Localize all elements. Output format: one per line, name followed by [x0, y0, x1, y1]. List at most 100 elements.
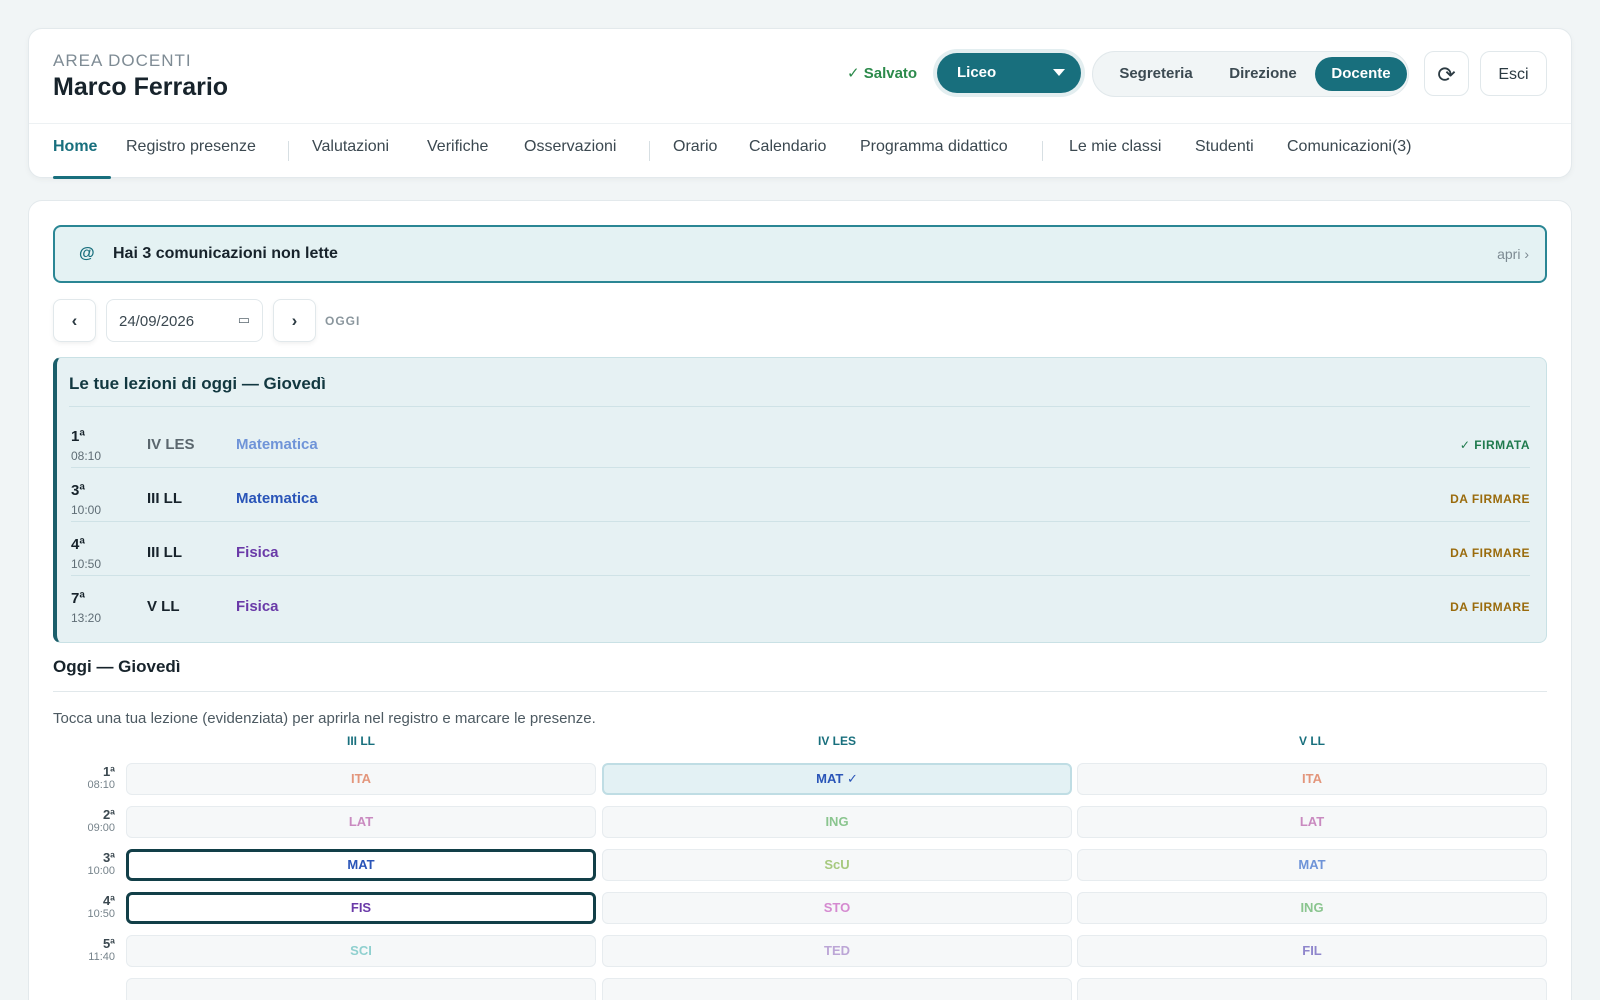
- next-day-button[interactable]: ›: [273, 299, 316, 342]
- lesson-subject: Matematica: [236, 490, 318, 507]
- notice-open-link[interactable]: apri ›: [1497, 246, 1529, 262]
- refresh-icon: ⟳: [1437, 62, 1456, 87]
- schedule-cell: [602, 978, 1072, 1000]
- schedule-cell: ING: [1077, 892, 1547, 924]
- lesson-class: III LL: [147, 544, 182, 561]
- nav-registro-presenze[interactable]: Registro presenze: [126, 138, 256, 156]
- role-direzione-button[interactable]: Direzione: [1213, 57, 1313, 91]
- lesson-subject: Fisica: [236, 544, 279, 561]
- chevron-down-icon: [1053, 69, 1065, 76]
- saved-status: ✓ Salvato: [847, 65, 918, 82]
- user-name: Marco Ferrario: [53, 73, 229, 101]
- period-time: 10:50: [87, 908, 115, 920]
- lesson-status-badge: ✓ FIRMATA: [1459, 438, 1530, 452]
- schedule-cell: ING: [602, 806, 1072, 838]
- exit-button[interactable]: Esci: [1480, 51, 1547, 96]
- date-value: 24/09/2026: [119, 313, 195, 330]
- role-switch: Segreteria Direzione Docente: [1092, 51, 1409, 97]
- lesson-time: 08:10: [71, 449, 102, 463]
- header-top: AREA DOCENTI Marco Ferrario ✓ Salvato Li…: [29, 29, 1571, 124]
- period-label: 1ª 08:10: [65, 765, 115, 792]
- schedule-cell: TED: [602, 935, 1072, 967]
- school-select-value: Liceo: [957, 64, 997, 81]
- role-docente-button[interactable]: Docente: [1315, 57, 1407, 91]
- lesson-subject: Matematica: [236, 436, 318, 453]
- today-button[interactable]: OGGI: [325, 314, 360, 328]
- period-number: 2ª: [102, 807, 115, 822]
- nav-orario[interactable]: Orario: [673, 138, 717, 156]
- lesson-row[interactable]: 1ª 08:10 IV LES Matematica ✓ FIRMATA: [71, 414, 1530, 468]
- main-nav: Home Registro presenze Valutazioni Verif…: [29, 124, 1571, 179]
- header-card: AREA DOCENTI Marco Ferrario ✓ Salvato Li…: [28, 28, 1572, 179]
- column-header-class: III LL: [347, 734, 375, 748]
- schedule-cell: LAT: [126, 806, 596, 838]
- nav-le-mie-classi[interactable]: Le mie classi: [1069, 138, 1161, 156]
- nav-comunicazioni[interactable]: Comunicazioni(3): [1287, 138, 1412, 156]
- schedule-cell: ScU: [602, 849, 1072, 881]
- schedule-cell: MAT: [1077, 849, 1547, 881]
- schedule-cell: LAT: [1077, 806, 1547, 838]
- lesson-class: IV LES: [147, 436, 195, 453]
- calendar-icon: ▭: [237, 312, 250, 327]
- prev-day-button[interactable]: ‹: [53, 299, 96, 342]
- lesson-row[interactable]: 7ª 13:20 V LL Fisica DA FIRMARE: [71, 576, 1530, 630]
- lesson-class: V LL: [147, 598, 180, 615]
- period-number: 3ª: [102, 850, 115, 865]
- schedule-cell-own[interactable]: FIS: [126, 892, 596, 924]
- period-label: 4ª 10:50: [65, 894, 115, 921]
- schedule-hint: Tocca una tua lezione (evidenziata) per …: [53, 710, 596, 727]
- at-icon: @: [79, 245, 95, 262]
- today-schedule-title: Oggi — Giovedì: [53, 657, 181, 676]
- nav-osservazioni[interactable]: Osservazioni: [524, 138, 616, 156]
- period-time: 11:40: [88, 951, 115, 963]
- nav-active-indicator: [53, 176, 111, 179]
- nav-home[interactable]: Home: [53, 138, 97, 156]
- schedule-cell-own[interactable]: MAT: [126, 849, 596, 881]
- lesson-row[interactable]: 3ª 10:00 III LL Matematica DA FIRMARE: [71, 468, 1530, 522]
- area-label: AREA DOCENTI: [53, 51, 192, 70]
- schedule-cell: [1077, 978, 1547, 1000]
- period-time: 08:10: [87, 779, 115, 791]
- lesson-time: 10:50: [71, 557, 102, 571]
- lesson-class: III LL: [147, 490, 182, 507]
- schedule-cell: ITA: [1077, 763, 1547, 795]
- lesson-period: 7ª: [71, 590, 85, 607]
- lesson-subject: Fisica: [236, 598, 279, 615]
- schedule-cell: FIL: [1077, 935, 1547, 967]
- lesson-time: 13:20: [71, 611, 102, 625]
- school-select[interactable]: Liceo: [937, 53, 1081, 93]
- nav-divider: [1042, 141, 1043, 161]
- lesson-row[interactable]: 4ª 10:50 III LL Fisica DA FIRMARE: [71, 522, 1530, 576]
- nav-divider: [288, 141, 289, 161]
- date-input[interactable]: 24/09/2026 ▭: [106, 299, 263, 342]
- schedule-cell: STO: [602, 892, 1072, 924]
- role-segreteria-button[interactable]: Segreteria: [1101, 57, 1211, 91]
- lessons-title: Le tue lezioni di oggi — Giovedì: [69, 374, 326, 393]
- nav-calendario[interactable]: Calendario: [749, 138, 826, 156]
- divider: [69, 406, 1530, 407]
- nav-studenti[interactable]: Studenti: [1195, 138, 1254, 156]
- lesson-period: 1ª: [71, 428, 85, 445]
- column-header-class: IV LES: [817, 734, 856, 748]
- divider: [53, 691, 1547, 692]
- nav-valutazioni[interactable]: Valutazioni: [312, 138, 389, 156]
- today-lessons-card: Le tue lezioni di oggi — Giovedì 1ª 08:1…: [53, 357, 1547, 643]
- period-number: 5ª: [102, 936, 115, 951]
- lesson-status-badge: DA FIRMARE: [1450, 492, 1530, 506]
- schedule-cell: SCI: [126, 935, 596, 967]
- lesson-period: 4ª: [71, 536, 85, 553]
- unread-notice[interactable]: @ Hai 3 comunicazioni non lette apri ›: [53, 225, 1547, 283]
- nav-programma-didattico[interactable]: Programma didattico: [860, 138, 1008, 156]
- period-number: 4ª: [102, 893, 115, 908]
- notice-message: Hai 3 comunicazioni non lette: [113, 245, 338, 262]
- period-label: 2ª 09:00: [65, 808, 115, 835]
- period-time: 10:00: [87, 865, 115, 877]
- lesson-time: 10:00: [71, 503, 102, 517]
- refresh-button[interactable]: ⟳: [1424, 51, 1469, 96]
- column-header-class: V LL: [1299, 734, 1325, 748]
- period-label: 5ª 11:40: [65, 937, 115, 964]
- nav-verifiche[interactable]: Verifiche: [427, 138, 488, 156]
- period-label: 3ª 10:00: [65, 851, 115, 878]
- schedule-cell-own[interactable]: MAT ✓: [602, 763, 1072, 795]
- lesson-status-badge: DA FIRMARE: [1450, 546, 1530, 560]
